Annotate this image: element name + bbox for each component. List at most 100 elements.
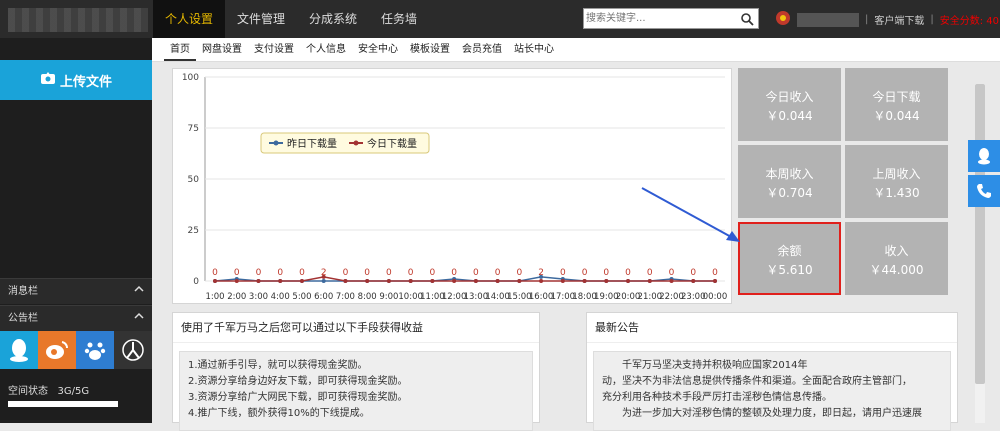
announcement-body: 千军万马坚决支持并积极响应国家2014年 动，坚决不为非法信息提供传播条件和渠道… — [593, 351, 951, 431]
data-label: 0 — [690, 268, 696, 278]
upload-file-button[interactable]: 上传文件 — [0, 60, 152, 100]
data-label: 0 — [364, 268, 370, 278]
space-status-value: 3G/5G — [57, 386, 90, 397]
earnings-tips-panel: 使用了千军万马之后您可以通过以下手段获得收益 1.通过新手引导，就可以获得现金奖… — [172, 312, 540, 431]
stat-tile-last-week-income[interactable]: 上周收入 ￥1.430 — [845, 145, 948, 218]
space-usage-bar — [8, 401, 118, 407]
nav-item-file-management[interactable]: 文件管理 — [225, 0, 297, 38]
x-tick-label: 1:00 — [205, 292, 224, 302]
nav-item-personal-settings[interactable]: 个人设置 — [153, 0, 226, 38]
data-point — [473, 279, 478, 283]
scrollbar-thumb[interactable] — [975, 84, 985, 384]
x-tick-label: 7:00 — [336, 292, 355, 302]
chevron-up-icon[interactable] — [134, 279, 144, 305]
earnings-tips-title: 使用了千军万马之后您可以通过以下手段获得收益 — [173, 313, 539, 343]
separator: | — [930, 14, 934, 25]
data-label: 0 — [516, 268, 522, 278]
qq-chat-icon[interactable] — [968, 140, 1000, 172]
security-score[interactable]: 安全分数: 40 — [940, 12, 999, 27]
stat-value: ￥0.044 — [873, 109, 920, 123]
notice-bar-label: 公告栏 — [8, 313, 38, 324]
client-download-link[interactable]: 客户端下载 — [874, 12, 924, 27]
data-label: 0 — [343, 268, 349, 278]
announcement-panel: 最新公告 千军万马坚决支持并积极响应国家2014年 动，坚决不为非法信息提供传播… — [586, 312, 958, 431]
x-tick-label: 8:00 — [358, 292, 377, 302]
data-point — [517, 279, 522, 283]
y-tick-label: 0 — [193, 277, 199, 287]
data-point — [626, 279, 631, 283]
baidu-paw-icon[interactable] — [76, 331, 114, 369]
phone-icon[interactable] — [968, 175, 1000, 207]
space-status: 空间状态 3G/5G — [8, 382, 89, 397]
subnav-item-disk-settings[interactable]: 网盘设置 — [196, 38, 248, 61]
announcement-title: 最新公告 — [587, 313, 957, 343]
data-point — [299, 279, 304, 283]
upload-file-label: 上传文件 — [59, 74, 112, 90]
legend-marker — [273, 140, 279, 146]
qq-icon[interactable] — [0, 331, 38, 369]
data-point — [256, 279, 261, 283]
data-label: 0 — [277, 268, 283, 278]
legend-label: 今日下载量 — [367, 137, 417, 150]
message-bar-header[interactable]: 消息栏 — [0, 278, 152, 304]
y-tick-label: 50 — [188, 175, 200, 185]
username[interactable] — [797, 12, 859, 27]
tip-line: 4.推广下线，额外获得10%的下线提成。 — [188, 408, 370, 419]
sub-nav: 首页 网盘设置 支付设置 个人信息 安全中心 模板设置 会员充值 站长中心 — [152, 38, 1000, 62]
data-point — [430, 279, 435, 283]
stat-tile-balance[interactable]: 余额 ￥5.610 — [738, 222, 841, 295]
tip-line: 1.通过新手引导，就可以获得现金奖励。 — [188, 360, 368, 371]
data-label: 0 — [386, 268, 392, 278]
subnav-item-personal-info[interactable]: 个人信息 — [300, 38, 352, 61]
search-input[interactable] — [584, 9, 736, 28]
stat-tile-total-income[interactable]: 收入 ￥44.000 — [845, 222, 948, 295]
subnav-item-security-center[interactable]: 安全中心 — [352, 38, 404, 61]
stat-value: ￥0.704 — [766, 186, 813, 200]
subnav-item-template-settings[interactable]: 模板设置 — [404, 38, 456, 61]
subnav-item-webmaster-center[interactable]: 站长中心 — [508, 38, 560, 61]
x-tick-label: 6:00 — [314, 292, 333, 302]
x-tick-label: 9:00 — [379, 292, 398, 302]
stat-label: 本周收入 — [765, 167, 814, 181]
weibo-icon[interactable] — [38, 331, 76, 369]
logo[interactable] — [8, 8, 148, 32]
data-label: 0 — [603, 268, 609, 278]
legend-marker — [353, 140, 359, 146]
series-line-1 — [215, 276, 715, 282]
data-point — [452, 279, 457, 283]
x-tick-label: 5:00 — [292, 292, 311, 302]
subnav-item-home[interactable]: 首页 — [164, 38, 196, 61]
stat-tile-week-income[interactable]: 本周收入 ￥0.704 — [738, 145, 841, 218]
nav-item-task-wall[interactable]: 任务墙 — [369, 0, 429, 38]
stat-label: 上周收入 — [872, 167, 921, 181]
subnav-item-membership-recharge[interactable]: 会员充值 — [456, 38, 508, 61]
legend-label: 昨日下载量 — [287, 138, 337, 150]
top-bar: 个人设置 文件管理 分成系统 任务墙 | 客户端下载 | 安全分数: 40 — [0, 0, 1000, 38]
space-status-label: 空间状态 — [8, 386, 48, 397]
stat-tile-today-downloads[interactable]: 今日下载 ￥0.044 — [845, 68, 948, 141]
stat-tile-today-income[interactable]: 今日收入 ￥0.044 — [738, 68, 841, 141]
x-tick-label: 2:00 — [227, 292, 246, 302]
data-label: 0 — [451, 268, 457, 278]
data-point — [560, 279, 565, 283]
social-links — [0, 331, 152, 369]
renren-icon[interactable] — [114, 331, 152, 369]
x-tick-label: 00:00 — [703, 292, 728, 302]
data-label: 0 — [473, 268, 479, 278]
data-label: 0 — [212, 268, 218, 278]
notice-bar-header[interactable]: 公告栏 — [0, 305, 152, 331]
stat-label: 余额 — [777, 244, 802, 258]
chevron-up-icon[interactable] — [134, 306, 144, 332]
stat-value: ￥5.610 — [766, 263, 813, 277]
tip-line: 2.资源分享给身边好友下载，即可获得现金奖励。 — [188, 376, 408, 387]
y-tick-label: 25 — [188, 226, 199, 236]
data-label: 0 — [234, 268, 240, 278]
subnav-item-payment-settings[interactable]: 支付设置 — [248, 38, 300, 61]
scrollbar[interactable] — [975, 84, 985, 423]
nav-item-revenue-share[interactable]: 分成系统 — [297, 0, 369, 38]
search-icon[interactable] — [736, 9, 758, 28]
avatar[interactable] — [775, 10, 791, 29]
data-point — [691, 279, 696, 283]
search-box — [583, 8, 759, 29]
sidebar: 上传文件 消息栏 公告栏 空间状态 3G/5G — [0, 38, 152, 423]
